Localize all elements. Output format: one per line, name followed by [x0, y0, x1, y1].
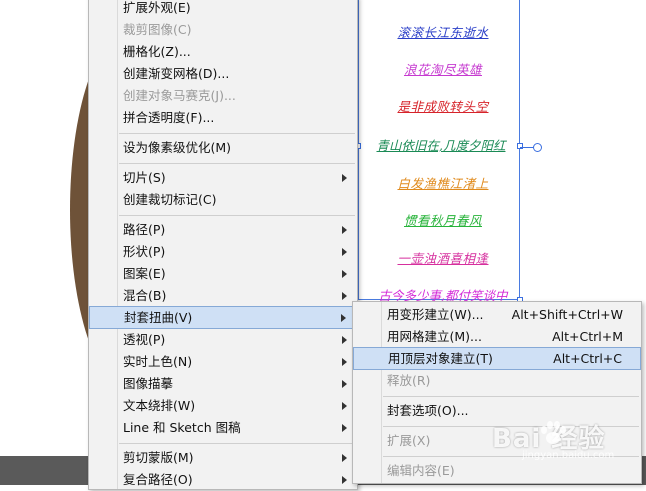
menu-item-shape[interactable]: 形状(P)	[89, 241, 357, 263]
menu-item-label: 创建裁切标记(C)	[123, 192, 217, 207]
text-out-port[interactable]	[533, 143, 542, 152]
menu-item-label: 用变形建立(W)...	[387, 307, 484, 322]
submenu-item-make-with-top-object[interactable]: 用顶层对象建立(T) Alt+Ctrl+C	[353, 347, 641, 370]
submenu-item-make-with-warp[interactable]: 用变形建立(W)... Alt+Shift+Ctrl+W	[353, 304, 641, 326]
menu-item-label: 图像描摹	[123, 376, 174, 391]
object-context-menu: 扩展外观(E) 裁剪图像(C) 栅格化(Z)... 创建渐变网格(D)... 创…	[88, 0, 358, 490]
menu-item-label: 形状(P)	[123, 244, 166, 259]
menu-item-rasterize[interactable]: 栅格化(Z)...	[89, 41, 357, 63]
menu-item-label: 封套选项(O)...	[387, 403, 469, 418]
poem-line-4[interactable]: 青山依旧在,几度夕阳红	[356, 135, 526, 154]
poem-line-5[interactable]: 白发渔樵江渚上	[358, 173, 528, 192]
submenu-item-make-with-mesh[interactable]: 用网格建立(M)... Alt+Ctrl+M	[353, 326, 641, 348]
menu-item-label: 裁剪图像(C)	[123, 22, 192, 37]
menu-item-label: 创建对象马赛克(J)...	[123, 88, 236, 103]
poem-line-1[interactable]: 滚滚长江东逝水	[358, 22, 528, 41]
menu-item-create-trim-marks[interactable]: 创建裁切标记(C)	[89, 189, 357, 211]
menu-item-compound-path[interactable]: 复合路径(O)	[89, 469, 357, 491]
menu-item-label: 扩展(X)	[387, 433, 431, 448]
submenu-item-release[interactable]: 释放(R)	[353, 370, 641, 392]
submenu-arrow-icon	[342, 424, 347, 432]
paw-icon	[541, 421, 566, 444]
menu-item-shortcut: Alt+Ctrl+C	[553, 351, 622, 366]
submenu-arrow-icon	[342, 336, 347, 344]
menu-item-label: Line 和 Sketch 图稿	[123, 420, 241, 435]
watermark-url: jingyan.baidu.com	[522, 450, 615, 461]
menu-separator	[119, 163, 355, 164]
menu-item-blend[interactable]: 混合(B)	[89, 285, 357, 307]
menu-item-label: 实时上色(N)	[123, 354, 193, 369]
submenu-arrow-icon	[342, 380, 347, 388]
menu-item-shortcut: Alt+Shift+Ctrl+W	[511, 307, 623, 322]
menu-item-live-paint[interactable]: 实时上色(N)	[89, 351, 357, 373]
menu-item-pattern[interactable]: 图案(E)	[89, 263, 357, 285]
menu-item-label: 图案(E)	[123, 266, 166, 281]
menu-separator	[119, 215, 355, 216]
submenu-arrow-icon	[342, 292, 347, 300]
poem-line-6[interactable]: 惯看秋月春风	[358, 210, 528, 229]
submenu-arrow-icon	[342, 358, 347, 366]
submenu-arrow-icon	[342, 270, 347, 278]
menu-item-path[interactable]: 路径(P)	[89, 219, 357, 241]
menu-item-create-object-mosaic[interactable]: 创建对象马赛克(J)...	[89, 85, 357, 107]
menu-item-text-wrap[interactable]: 文本绕排(W)	[89, 395, 357, 417]
menu-item-expand-appearance[interactable]: 扩展外观(E)	[89, 0, 357, 19]
menu-item-perspective[interactable]: 透视(P)	[89, 329, 357, 351]
menu-item-label: 混合(B)	[123, 288, 167, 303]
menu-item-flatten-transparency[interactable]: 拼合透明度(F)...	[89, 107, 357, 129]
menu-item-image-trace[interactable]: 图像描摹	[89, 373, 357, 395]
menu-item-line-and-sketch-art[interactable]: Line 和 Sketch 图稿	[89, 417, 357, 439]
menu-item-make-pixel-perfect[interactable]: 设为像素级优化(M)	[89, 137, 357, 159]
poem-line-2[interactable]: 浪花淘尽英雄	[358, 59, 528, 78]
menu-item-label: 文本绕排(W)	[123, 398, 196, 413]
menu-item-label: 创建渐变网格(D)...	[123, 66, 230, 81]
baidu-jingyan-watermark: Bai 经验 jingyan.baidu.com	[492, 418, 614, 461]
menu-item-label: 释放(R)	[387, 373, 431, 388]
poem-line-3[interactable]: 是非成败转头空	[358, 96, 528, 115]
submenu-arrow-icon	[342, 476, 347, 484]
menu-item-label: 透视(P)	[123, 332, 166, 347]
menu-separator	[119, 443, 355, 444]
menu-item-envelope-distort[interactable]: 封套扭曲(V)	[89, 306, 357, 329]
menu-item-clipping-mask[interactable]: 剪切蒙版(M)	[89, 447, 357, 469]
menu-item-label: 封套扭曲(V)	[124, 310, 193, 325]
menu-item-label: 剪切蒙版(M)	[123, 450, 194, 465]
menu-item-slice[interactable]: 切片(S)	[89, 167, 357, 189]
menu-item-label: 扩展外观(E)	[123, 0, 191, 15]
menu-separator	[383, 396, 639, 397]
menu-item-label: 拼合透明度(F)...	[123, 110, 215, 125]
menu-item-label: 用网格建立(M)...	[387, 329, 482, 344]
submenu-item-edit-contents[interactable]: 编辑内容(E)	[353, 460, 641, 482]
menu-item-label: 编辑内容(E)	[387, 463, 455, 478]
poem-line-7[interactable]: 一壶浊酒喜相逢	[358, 248, 528, 267]
submenu-arrow-icon	[342, 174, 347, 182]
submenu-arrow-icon	[341, 314, 346, 322]
submenu-arrow-icon	[342, 454, 347, 462]
menu-item-label: 设为像素级优化(M)	[123, 140, 232, 155]
menu-item-label: 用顶层对象建立(T)	[388, 351, 493, 366]
submenu-arrow-icon	[342, 402, 347, 410]
menu-item-label: 切片(S)	[123, 170, 166, 185]
menu-item-label: 栅格化(Z)...	[123, 44, 191, 59]
menu-item-crop-image[interactable]: 裁剪图像(C)	[89, 19, 357, 41]
submenu-arrow-icon	[342, 248, 347, 256]
menu-item-label: 路径(P)	[123, 222, 166, 237]
menu-item-create-gradient-mesh[interactable]: 创建渐变网格(D)...	[89, 63, 357, 85]
menu-separator	[119, 133, 355, 134]
submenu-arrow-icon	[342, 226, 347, 234]
menu-item-shortcut: Alt+Ctrl+M	[552, 329, 623, 344]
